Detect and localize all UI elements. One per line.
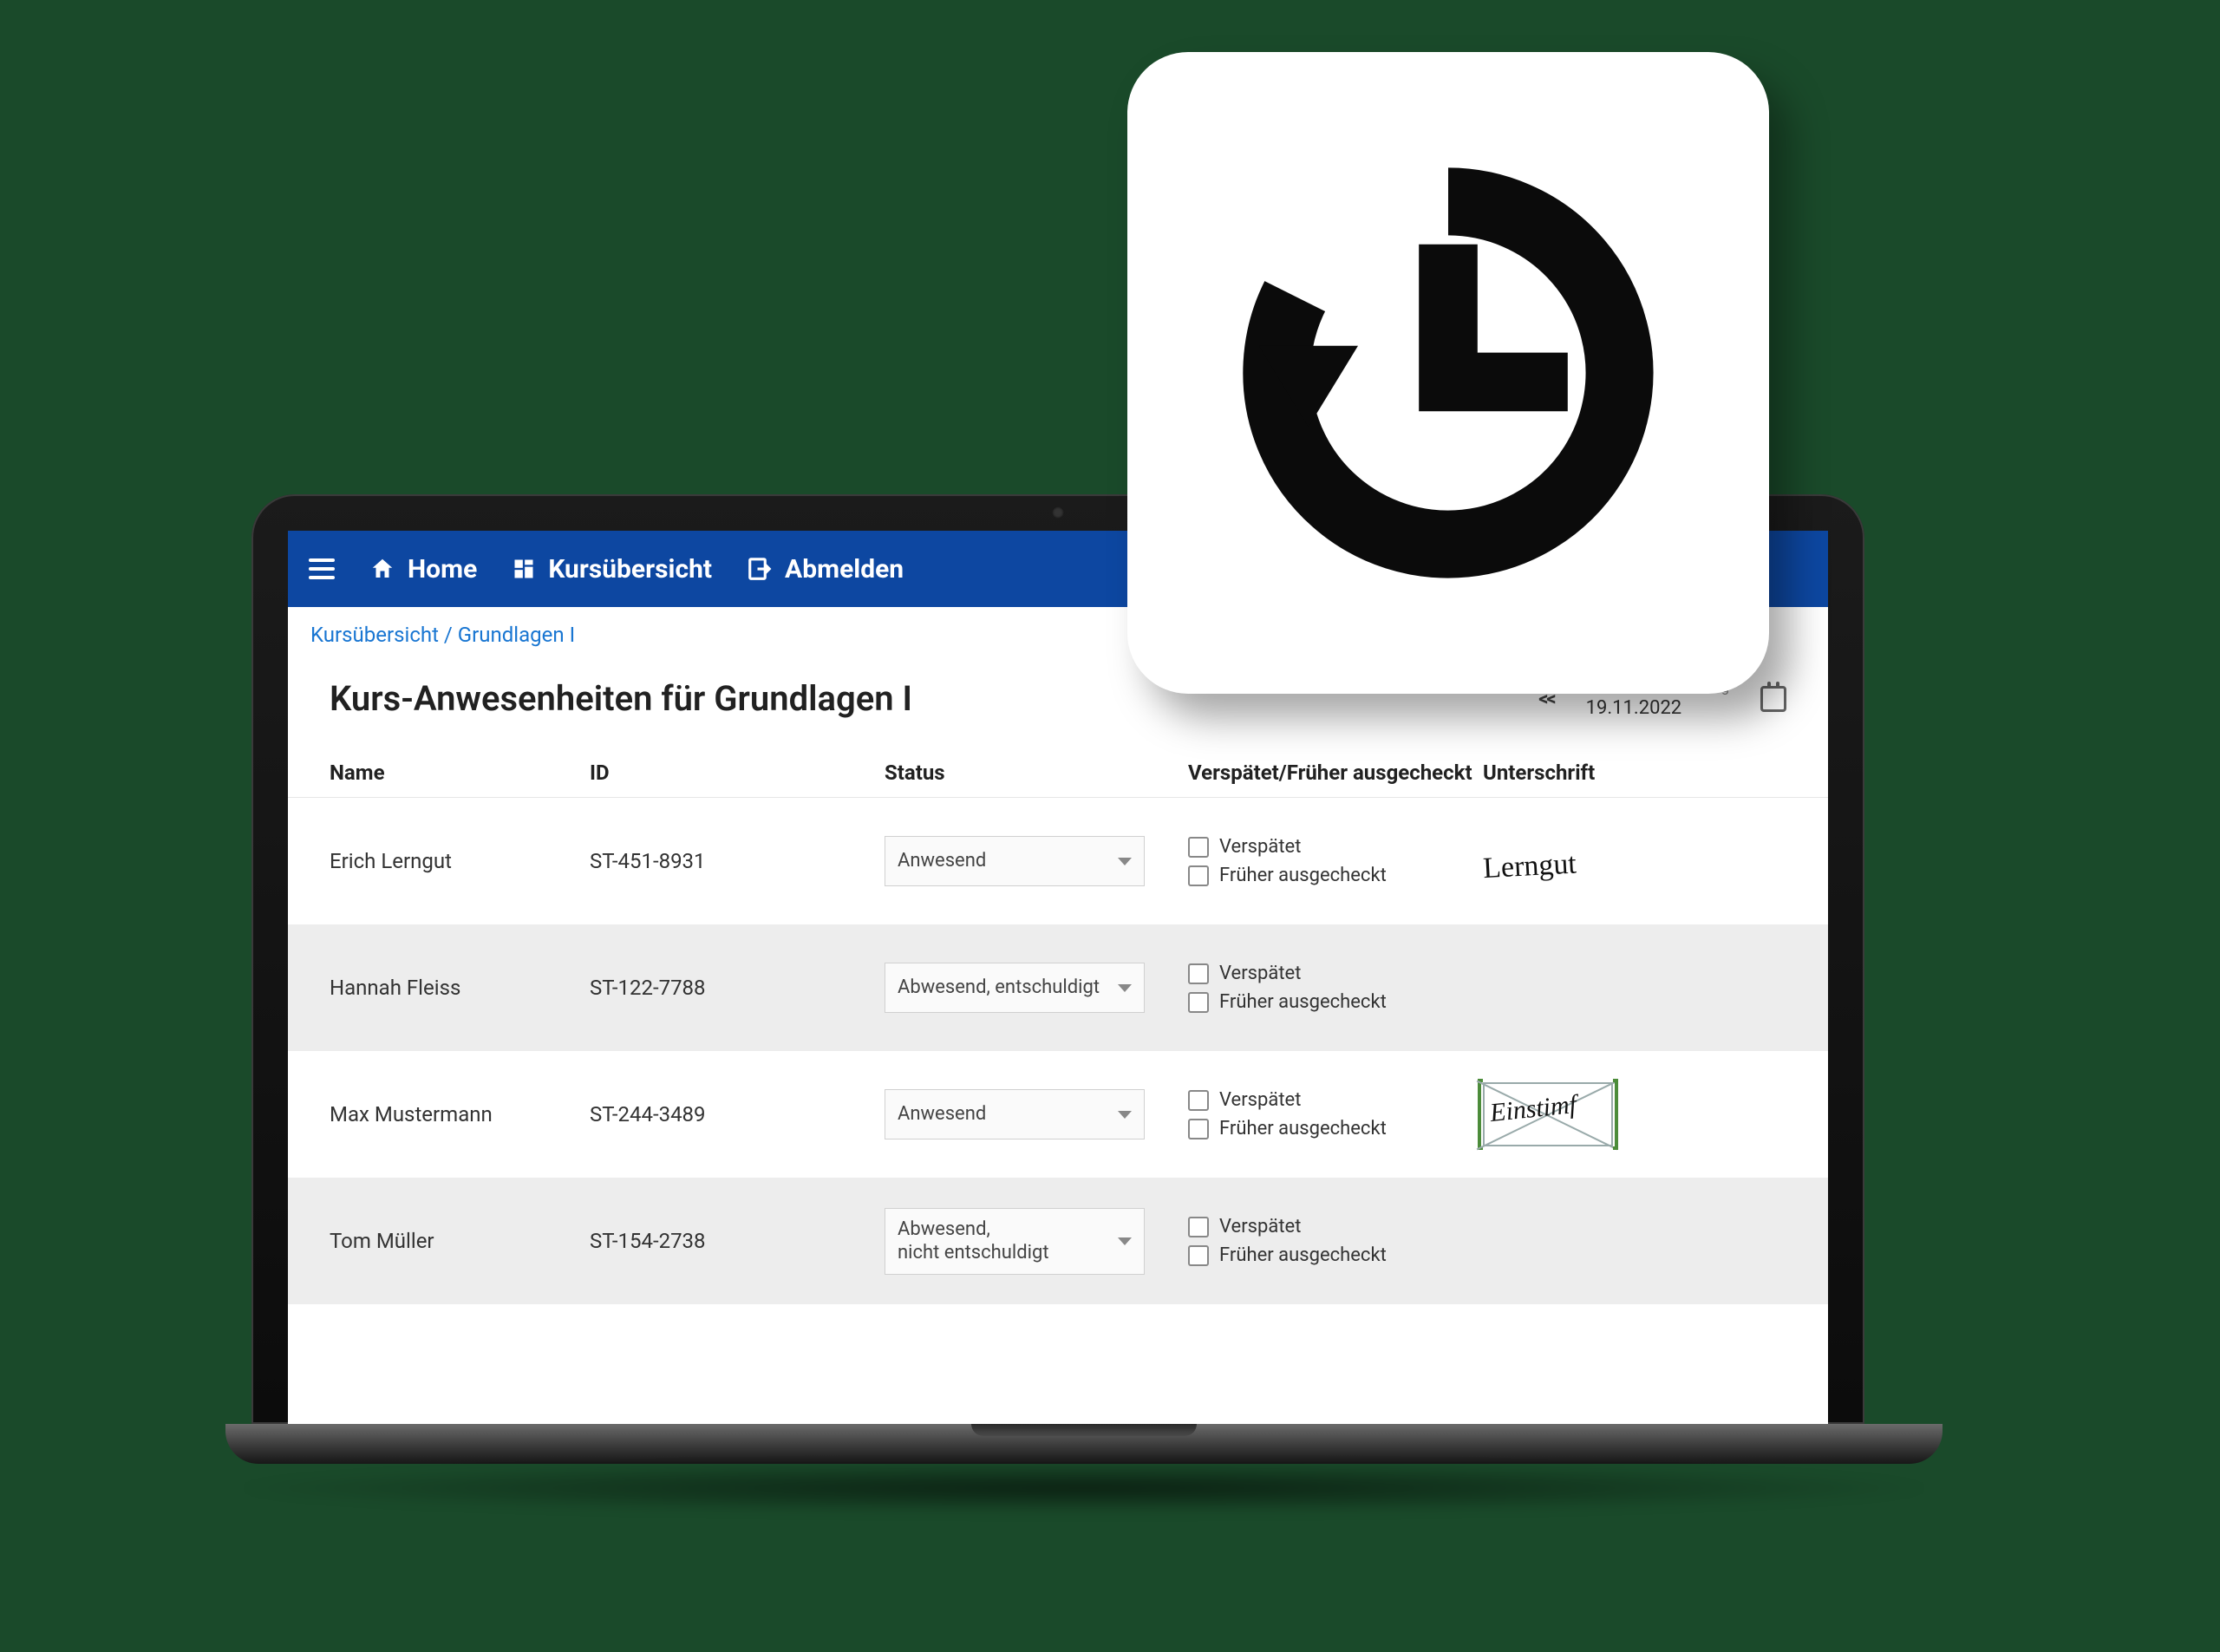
breadcrumb-leaf[interactable]: Grundlagen I [458,623,575,647]
status-select[interactable]: Abwesend, entschuldigt [885,963,1145,1013]
breadcrumb-separator: / [444,623,453,647]
checkbox-early[interactable]: Früher ausgecheckt [1188,991,1483,1013]
date-value: 19.11.2022 [1586,697,1729,719]
nav-home[interactable]: Home [369,554,477,584]
checkbox-early[interactable]: Früher ausgecheckt [1188,1244,1483,1266]
checkbox-early-label: Früher ausgecheckt [1219,1244,1387,1266]
checkbox-late[interactable]: Verspätet [1188,1216,1483,1237]
col-id: ID [590,761,885,785]
checkbox-late[interactable]: Verspätet [1188,1089,1483,1111]
nav-home-label: Home [408,554,477,584]
hamburger-icon [309,558,335,579]
cell-late-early: Verspätet Früher ausgecheckt [1188,963,1483,1013]
table-row: Erich LerngutST-451-8931 Anwesend Verspäte… [288,798,1828,924]
checkbox-early-label: Früher ausgecheckt [1219,991,1387,1013]
table-header: Name ID Status Verspätet/Früher ausgeche… [288,748,1828,798]
cell-status: Anwesend [885,1089,1188,1139]
checkbox-late[interactable]: Verspätet [1188,963,1483,984]
cell-status: Anwesend [885,836,1188,886]
chevron-down-icon [1118,1111,1132,1119]
cell-late-early: Verspätet Früher ausgecheckt [1188,836,1483,886]
checkbox-early-label: Früher ausgecheckt [1219,865,1387,886]
checkbox-icon [1188,1119,1209,1139]
chevron-down-icon [1118,984,1132,992]
table-row: Hannah FleissST-122-7788 Abwesend, entsch… [288,924,1828,1051]
cell-id: ST-244-3489 [590,1102,885,1126]
checkbox-late-label: Verspätet [1219,836,1301,858]
status-select-value: Abwesend, entschuldigt [898,976,1100,1000]
chevron-down-icon [1118,858,1132,865]
checkbox-late[interactable]: Verspätet [1188,836,1483,858]
logout-icon [747,556,773,582]
checkbox-icon [1188,865,1209,886]
cell-name: Tom Müller [330,1229,590,1253]
checkbox-early-label: Früher ausgecheckt [1219,1118,1387,1139]
status-select[interactable]: Abwesend, nicht entschuldigt [885,1208,1145,1275]
nav-logout-label: Abmelden [785,554,904,584]
dashboard-icon [512,557,536,581]
laptop-camera [1052,506,1064,519]
cell-status: Abwesend, nicht entschuldigt [885,1208,1188,1275]
cell-signature: Lerngut [1483,845,1786,878]
checkbox-icon [1188,1090,1209,1111]
cell-id: ST-451-8931 [590,849,885,873]
cell-late-early: Verspätet Früher ausgecheckt [1188,1216,1483,1266]
checkbox-early[interactable]: Früher ausgecheckt [1188,865,1483,886]
cell-name: Max Mustermann [330,1102,590,1126]
signature-placeholder[interactable]: Einstimf [1483,1082,1613,1146]
table-row: Max MustermannST-244-3489 Anwesend Verspät… [288,1051,1828,1178]
status-select-value: Anwesend [898,1102,986,1126]
status-select[interactable]: Anwesend [885,836,1145,886]
col-late: Verspätet/Früher ausgecheckt [1188,761,1483,785]
nav-overview-label: Kursübersicht [548,554,712,584]
status-select[interactable]: Anwesend [885,1089,1145,1139]
cell-name: Hannah Fleiss [330,976,590,1000]
cell-name: Erich Lerngut [330,849,590,873]
breadcrumb-root[interactable]: Kursübersicht [310,623,439,647]
checkbox-late-label: Verspätet [1219,963,1301,984]
menu-button[interactable] [309,558,335,579]
cell-status: Abwesend, entschuldigt [885,963,1188,1013]
status-select-value: Abwesend, nicht entschuldigt [898,1218,1049,1265]
table-body: Erich LerngutST-451-8931 Anwesend Verspäte… [288,798,1828,1304]
checkbox-icon [1188,1217,1209,1237]
home-icon [369,556,395,582]
cell-signature: Einstimf [1483,1082,1786,1146]
checkbox-icon [1188,992,1209,1013]
col-status: Status [885,761,1188,785]
page-title: Kurs-Anwesenheiten für Grundlagen I [330,678,912,719]
col-signature: Unterschrift [1483,761,1786,785]
overlay-history-card [1127,52,1769,694]
cell-id: ST-154-2738 [590,1229,885,1253]
checkbox-early[interactable]: Früher ausgecheckt [1188,1118,1483,1139]
checkbox-icon [1188,1245,1209,1266]
cell-id: ST-122-7788 [590,976,885,1000]
col-name: Name [330,761,590,785]
checkbox-late-label: Verspätet [1219,1089,1301,1111]
checkbox-icon [1188,837,1209,858]
chevron-down-icon [1118,1237,1132,1245]
cell-late-early: Verspätet Früher ausgecheckt [1188,1089,1483,1139]
history-clock-icon [1223,147,1674,598]
nav-logout[interactable]: Abmelden [747,554,904,584]
checkbox-late-label: Verspätet [1219,1216,1301,1237]
laptop-notch [971,1424,1197,1436]
nav-overview[interactable]: Kursübersicht [512,554,712,584]
status-select-value: Anwesend [898,849,986,873]
table-row: Tom MüllerST-154-2738 Abwesend, nicht ent… [288,1178,1828,1304]
checkbox-icon [1188,963,1209,984]
laptop-shadow [225,1462,1942,1514]
signature-handwriting: Lerngut [1482,837,1787,885]
calendar-icon[interactable] [1760,686,1786,712]
laptop-base [225,1424,1942,1464]
